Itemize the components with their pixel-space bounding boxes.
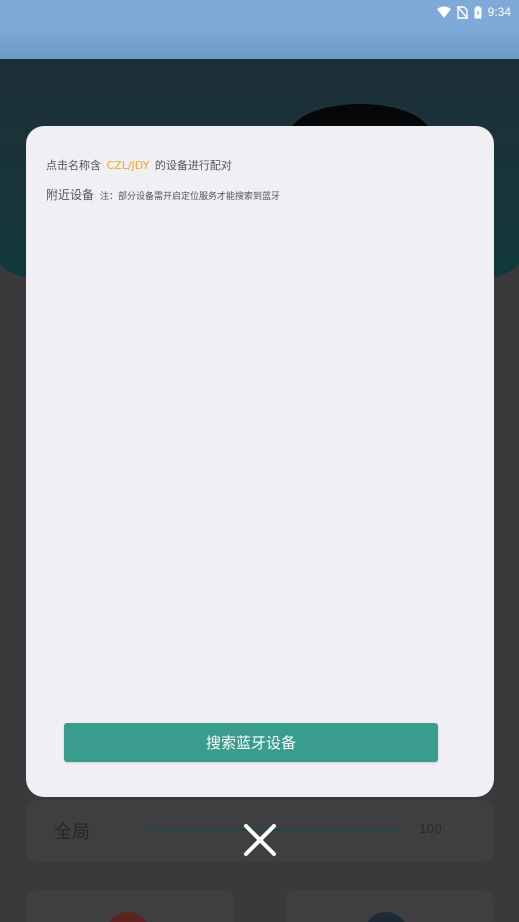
global-value: 100 (419, 822, 442, 836)
search-bluetooth-button[interactable]: 搜索蓝牙设备 (64, 723, 438, 762)
nearby-devices-title: 附近设备 (46, 188, 95, 202)
hint-suffix: 的设备进行配对 (154, 159, 232, 172)
hint-prefix: 点击名称含 (46, 159, 101, 172)
bluetooth-pairing-dialog: 点击名称含 CZL/JDY 的设备进行配对 附近设备 注：部分设备需开启定位服务… (26, 126, 494, 797)
status-time: 9:34 (487, 5, 511, 19)
pairing-hint: 点击名称含 CZL/JDY 的设备进行配对 (46, 157, 232, 173)
nearby-devices-header: 附近设备 注：部分设备需开启定位服务才能搜索到蓝牙 (46, 186, 280, 203)
hint-device-names: CZL/JDY (106, 159, 150, 172)
global-label: 全局 (54, 822, 90, 843)
wifi-icon (436, 6, 451, 18)
status-bar: 9:34 (0, 0, 519, 24)
location-service-note: 注：部分设备需开启定位服务才能搜索到蓝牙 (100, 192, 281, 202)
status-icons: 9:34 (436, 3, 511, 21)
close-icon (240, 820, 280, 860)
no-sim-icon (456, 5, 468, 19)
device-list (46, 208, 474, 708)
close-button[interactable] (240, 820, 280, 860)
battery-icon (474, 5, 482, 19)
header-background (0, 24, 519, 59)
